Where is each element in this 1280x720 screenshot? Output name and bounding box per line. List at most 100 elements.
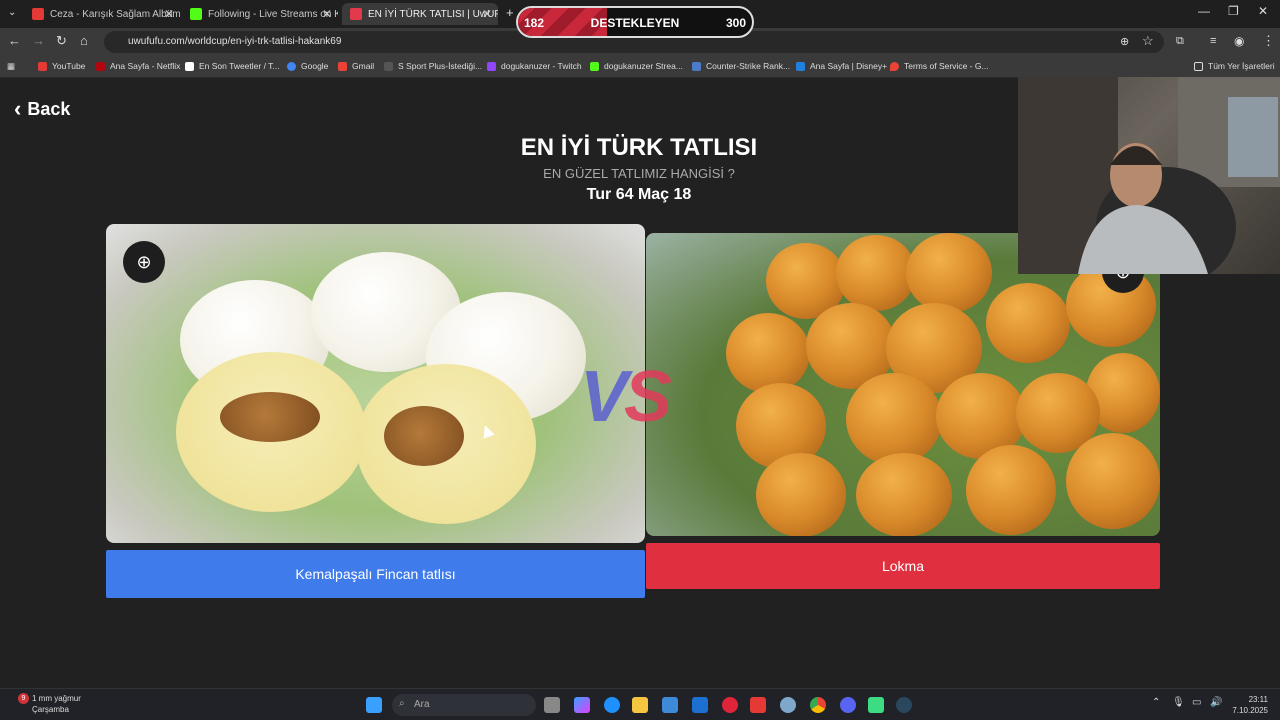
system-clock[interactable]: 23:11 7.10.2025 xyxy=(1232,694,1268,716)
microphone-icon[interactable]: 🎙 xyxy=(1172,697,1188,713)
clock-time: 23:11 xyxy=(1248,695,1268,704)
weather-widget[interactable]: 9 1 mm yağmur Çarşamba xyxy=(12,693,81,715)
bookmarks-bar: ▦ YouTube Ana Sayfa - Netflix En Son Twe… xyxy=(0,56,1280,78)
volume-icon[interactable]: 🔊 xyxy=(1210,697,1226,713)
edge-icon[interactable] xyxy=(604,697,620,713)
ssport-icon xyxy=(384,61,393,71)
chevron-left-icon: ‹ xyxy=(14,96,22,121)
chrome-icon[interactable] xyxy=(810,697,826,713)
back-button[interactable]: ‹ Back xyxy=(14,96,70,122)
bookmark-label: dogukanuzer Strea... xyxy=(604,61,683,71)
walnut-filling xyxy=(384,406,464,466)
bookmark-label: Google xyxy=(301,61,329,71)
bookmark-label: dogukanuzer - Twitch xyxy=(501,61,582,71)
all-bookmarks[interactable]: Tüm Yer İşaretleri xyxy=(1194,61,1275,71)
apps-grid-icon[interactable]: ▦ xyxy=(7,61,15,72)
search-placeholder: Ara xyxy=(414,699,430,710)
lokma-ball xyxy=(986,283,1070,363)
zoom-left-button[interactable]: ⊕ xyxy=(123,241,165,283)
lokma-ball xyxy=(846,373,942,465)
google-icon xyxy=(287,61,296,71)
left-choice-label: Kemalpaşalı Fincan tatlısı xyxy=(295,566,456,582)
left-choice-button[interactable]: Kemalpaşalı Fincan tatlısı xyxy=(106,550,645,598)
kick-icon xyxy=(590,61,599,71)
bookmark-google[interactable]: Google xyxy=(287,61,328,71)
back-label: Back xyxy=(27,98,71,119)
network-icon[interactable]: ▭ xyxy=(1192,697,1208,713)
close-tab-icon[interactable]: ✕ xyxy=(164,7,174,21)
right-choice-label: Lokma xyxy=(881,558,925,574)
task-view-icon[interactable] xyxy=(544,697,560,713)
bookmark-twitch[interactable]: dogukanuzer - Twitch xyxy=(487,61,582,71)
restore-icon[interactable]: ❐ xyxy=(1228,4,1239,18)
close-tab-icon[interactable]: ✕ xyxy=(482,7,492,21)
zoom-icon[interactable]: ⊕ xyxy=(1120,35,1129,48)
close-tab-icon[interactable]: ✕ xyxy=(322,7,332,21)
lokma-ball xyxy=(1066,433,1160,529)
lokma-ball xyxy=(856,453,952,536)
bookmark-youtube[interactable]: YouTube xyxy=(38,61,85,71)
tab-kick-following[interactable]: Following - Live Streams on Kick ✕ xyxy=(182,3,338,25)
folder-icon xyxy=(1194,61,1203,71)
tab-search-icon[interactable]: ⌄ xyxy=(8,7,16,18)
tab-ceza[interactable]: Ceza - Karışık Sağlam Albüm ✕ xyxy=(24,3,180,25)
new-tab-icon[interactable]: + xyxy=(506,5,514,20)
disney-icon xyxy=(796,61,805,71)
url-text: uwufufu.com/worldcup/en-iyi-trk-tatlisi-… xyxy=(128,36,342,47)
forward-arrow-icon[interactable]: → xyxy=(32,33,45,48)
discord-icon[interactable] xyxy=(840,697,856,713)
all-bookmarks-label: Tüm Yer İşaretleri xyxy=(1208,61,1275,71)
bookmark-label: En Son Tweetler / T... xyxy=(199,61,280,71)
bookmark-gmail[interactable]: Gmail xyxy=(338,61,374,71)
taskbar-search[interactable]: ⌕ Ara xyxy=(392,694,536,716)
weather-line-2: Çarşamba xyxy=(32,705,69,714)
file-explorer-icon[interactable] xyxy=(632,697,648,713)
bookmark-label: Ana Sayfa | Disney+ xyxy=(810,61,888,71)
profile-avatar-icon[interactable]: ◉ xyxy=(1234,34,1244,48)
right-candidate-image[interactable]: ⊕ xyxy=(646,233,1160,536)
bookmark-ssport[interactable]: S Sport Plus-İstediği... xyxy=(384,61,482,71)
settings-gear-icon[interactable] xyxy=(780,697,796,713)
bookmark-netflix[interactable]: Ana Sayfa - Netflix xyxy=(96,61,180,71)
bookmark-disney[interactable]: Ana Sayfa | Disney+ xyxy=(796,61,887,71)
tray-chevron-icon[interactable]: ⌃ xyxy=(1152,697,1168,713)
maps-pin-icon xyxy=(890,61,899,71)
lokma-ball xyxy=(906,233,992,313)
vs-letter-v: V xyxy=(580,357,628,437)
windows-start-icon[interactable] xyxy=(366,697,382,713)
webcam-overlay xyxy=(1018,77,1280,274)
youtube-app-icon[interactable] xyxy=(750,697,766,713)
netflix-icon xyxy=(96,61,105,71)
support-label: DESTEKLEYEN xyxy=(590,16,680,30)
right-choice-button[interactable]: Lokma xyxy=(646,543,1160,589)
back-arrow-icon[interactable]: ← xyxy=(8,33,21,48)
lokma-ball xyxy=(756,453,846,536)
kick-favicon-icon xyxy=(190,8,202,20)
tab-uwufufu[interactable]: EN İYİ TÜRK TATLISI | UwUFUFU ✕ xyxy=(342,3,498,25)
bookmark-kick[interactable]: dogukanuzer Strea... xyxy=(590,61,683,71)
media-control-icon[interactable]: ≡ xyxy=(1210,35,1216,47)
outlook-icon[interactable] xyxy=(692,697,708,713)
extensions-icon[interactable]: ⧉ xyxy=(1176,35,1184,48)
close-window-icon[interactable]: ✕ xyxy=(1258,4,1268,18)
store-icon[interactable] xyxy=(662,697,678,713)
bookmark-twitter[interactable]: En Son Tweetler / T... xyxy=(185,61,279,71)
android-app-icon[interactable] xyxy=(868,697,884,713)
minimize-icon[interactable]: — xyxy=(1198,4,1210,18)
reload-icon[interactable]: ↻ xyxy=(56,33,67,49)
bookmark-label: Counter-Strike Rank... xyxy=(706,61,791,71)
bookmark-counter-strike[interactable]: Counter-Strike Rank... xyxy=(692,61,790,71)
lokma-ball xyxy=(836,235,916,311)
vs-letter-s: S xyxy=(624,357,672,437)
left-candidate-image[interactable]: ⊕ xyxy=(106,224,645,543)
steam-icon[interactable] xyxy=(896,697,912,713)
opera-icon[interactable] xyxy=(722,697,738,713)
twitch-icon xyxy=(487,61,496,71)
x-twitter-icon xyxy=(185,61,194,71)
copilot-icon[interactable] xyxy=(574,697,590,713)
home-icon[interactable]: ⌂ xyxy=(80,33,88,48)
bookmark-terms[interactable]: Terms of Service - G... xyxy=(890,61,989,71)
menu-kebab-icon[interactable]: ⋮ xyxy=(1262,33,1275,49)
bookmark-star-icon[interactable]: ☆ xyxy=(1142,33,1154,49)
tab-label: EN İYİ TÜRK TATLISI | UwUFUFU xyxy=(368,8,498,20)
